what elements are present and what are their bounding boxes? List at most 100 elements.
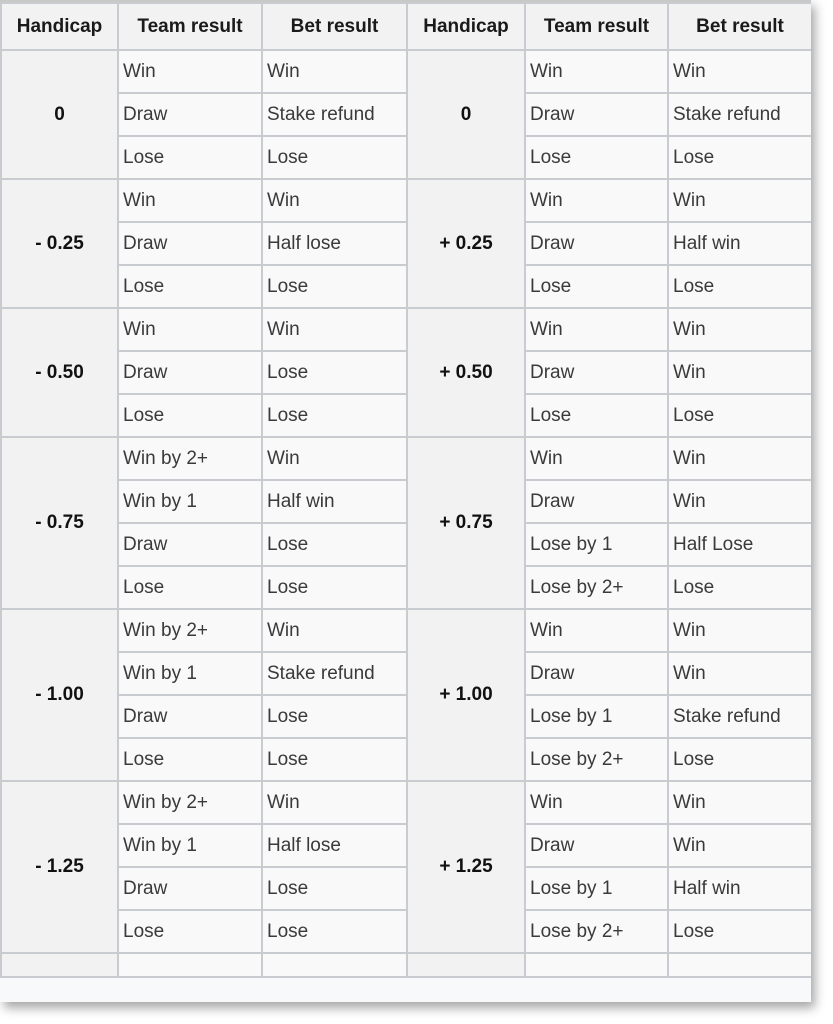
table-row-partial — [0, 952, 811, 978]
table-row: Draw Lose Lose by 1 Stake refund — [1, 694, 811, 739]
team-result-cell-right: Draw — [524, 823, 669, 868]
table-row: Lose Lose Lose by 2+ Lose — [1, 909, 811, 954]
team-result-cell-left: Lose — [117, 264, 263, 309]
bet-result-cell-left: Win — [261, 307, 408, 352]
bet-result-cell-left: Lose — [261, 264, 408, 309]
handicap-value-left: - 1.00 — [0, 608, 119, 782]
bet-result-cell-left: Half lose — [261, 823, 408, 868]
team-result-cell-right: Lose — [524, 264, 669, 309]
team-result-cell-left: Win — [117, 307, 263, 352]
team-result-cell-left: Win by 2+ — [117, 436, 263, 481]
team-result-cell-left: Win by 2+ — [117, 608, 263, 653]
handicap-value-left: - 0.75 — [0, 436, 119, 610]
bet-result-cell-left: Lose — [261, 866, 408, 911]
header-team-result-right: Team result — [524, 2, 669, 51]
team-result-cell-left: Lose — [117, 135, 263, 180]
handicap-value-left: - 0.25 — [0, 178, 119, 309]
cut-off-cell — [261, 952, 408, 978]
table-row: Draw Stake refund Draw Stake refund — [1, 92, 811, 137]
header-handicap-right: Handicap — [406, 2, 526, 51]
team-result-cell-right: Draw — [524, 479, 669, 524]
handicap-value-right: + 0.25 — [406, 178, 526, 309]
team-result-cell-left: Draw — [117, 694, 263, 739]
handicap-value-right: + 0.75 — [406, 436, 526, 610]
bet-result-cell-right: Win — [667, 479, 811, 524]
bet-result-cell-right: Win — [667, 651, 811, 696]
table-row: 0 Win Win 0 Win Win — [0, 49, 811, 180]
team-result-cell-left: Draw — [117, 522, 263, 567]
bet-result-cell-left: Stake refund — [261, 651, 408, 696]
team-result-cell-left: Lose — [117, 565, 263, 610]
header-bet-result-left: Bet result — [261, 2, 408, 51]
team-result-cell-right: Win — [524, 49, 669, 94]
team-result-cell-right: Draw — [524, 92, 669, 137]
team-result-cell-left: Draw — [117, 866, 263, 911]
bet-result-cell-right: Half win — [667, 866, 811, 911]
cut-off-cell — [524, 952, 669, 978]
table-row: Win by 1 Half lose Draw Win — [1, 823, 811, 868]
team-result-cell-right: Lose — [524, 393, 669, 438]
handicap-table-frame: Handicap Team result Bet result Handicap… — [0, 0, 811, 1002]
handicap-value-left: - 0.50 — [0, 307, 119, 438]
team-result-cell-left: Win — [117, 178, 263, 223]
bet-result-cell-left: Half lose — [261, 221, 408, 266]
team-result-cell-left: Lose — [117, 737, 263, 782]
table-row: Lose Lose Lose Lose — [1, 264, 811, 309]
bet-result-cell-right: Lose — [667, 393, 811, 438]
handicap-value-left: - 1.25 — [0, 780, 119, 954]
table-row: Win by 1 Stake refund Draw Win — [1, 651, 811, 696]
table-row: Lose Lose Lose by 2+ Lose — [1, 565, 811, 610]
handicap-value-right: + 1.25 — [406, 780, 526, 954]
team-result-cell-left: Win by 2+ — [117, 780, 263, 825]
bet-result-cell-right: Win — [667, 780, 811, 825]
team-result-cell-right: Lose — [524, 135, 669, 180]
bet-result-cell-left: Lose — [261, 737, 408, 782]
header-team-result-left: Team result — [117, 2, 263, 51]
handicap-value-right: + 0.50 — [406, 307, 526, 438]
table-row: Lose Lose Lose Lose — [1, 135, 811, 180]
bet-result-cell-left: Win — [261, 436, 408, 481]
cut-off-cell — [117, 952, 263, 978]
team-result-cell-right: Draw — [524, 350, 669, 395]
table-row: - 0.50 Win Win + 0.50 Win Win — [0, 307, 811, 438]
team-result-cell-right: Win — [524, 178, 669, 223]
cut-off-cell — [406, 952, 526, 978]
team-result-cell-left: Draw — [117, 92, 263, 137]
bet-result-cell-right: Lose — [667, 264, 811, 309]
team-result-cell-right: Win — [524, 436, 669, 481]
team-result-cell-left: Win — [117, 49, 263, 94]
bet-result-cell-right: Lose — [667, 565, 811, 610]
bet-result-cell-right: Win — [667, 307, 811, 352]
bet-result-cell-left: Lose — [261, 350, 408, 395]
team-result-cell-left: Draw — [117, 350, 263, 395]
bet-result-cell-right: Stake refund — [667, 694, 811, 739]
bet-result-cell-left: Lose — [261, 522, 408, 567]
bet-result-cell-right: Win — [667, 178, 811, 223]
bet-result-cell-right: Win — [667, 49, 811, 94]
team-result-cell-left: Lose — [117, 393, 263, 438]
bet-result-cell-right: Lose — [667, 909, 811, 954]
bet-result-cell-left: Half win — [261, 479, 408, 524]
team-result-cell-left: Win by 1 — [117, 479, 263, 524]
team-result-cell-right: Lose by 1 — [524, 866, 669, 911]
bet-result-cell-right: Lose — [667, 135, 811, 180]
table-row: Draw Lose Lose by 1 Half Lose — [1, 522, 811, 567]
bet-result-cell-right: Half win — [667, 221, 811, 266]
handicap-value-right: 0 — [406, 49, 526, 180]
team-result-cell-right: Lose by 2+ — [524, 909, 669, 954]
table-row: Lose Lose Lose by 2+ Lose — [1, 737, 811, 782]
bet-result-cell-left: Lose — [261, 135, 408, 180]
team-result-cell-right: Lose by 1 — [524, 522, 669, 567]
team-result-cell-right: Win — [524, 307, 669, 352]
table-row: - 1.00 Win by 2+ Win + 1.00 Win Win — [0, 608, 811, 782]
bet-result-cell-right: Win — [667, 436, 811, 481]
bet-result-cell-right: Win — [667, 823, 811, 868]
handicap-value-right: + 1.00 — [406, 608, 526, 782]
asian-handicap-table: Handicap Team result Bet result Handicap… — [0, 2, 811, 978]
bet-result-cell-left: Lose — [261, 909, 408, 954]
table-row: - 1.25 Win by 2+ Win + 1.25 Win Win — [0, 780, 811, 954]
team-result-cell-right: Draw — [524, 221, 669, 266]
header-handicap-left: Handicap — [0, 2, 119, 51]
bet-result-cell-left: Lose — [261, 694, 408, 739]
header-row: Handicap Team result Bet result Handicap… — [0, 2, 811, 51]
